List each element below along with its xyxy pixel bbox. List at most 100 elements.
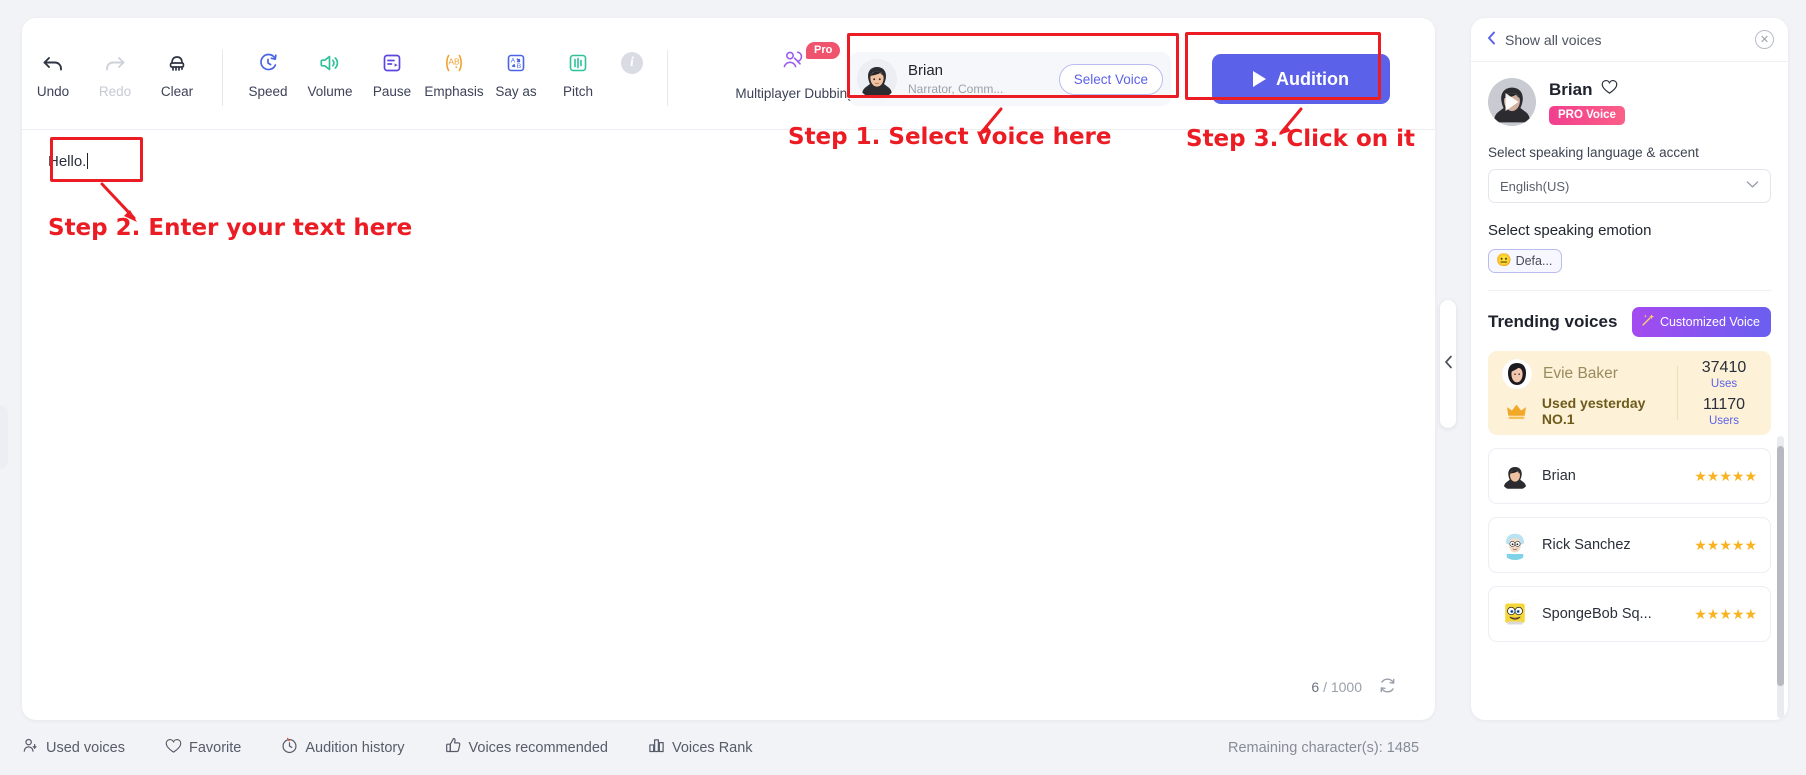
list-item[interactable]: SpongeBob Sq... ★★★★★: [1488, 586, 1771, 642]
magic-wand-icon: [1641, 313, 1655, 330]
toolbar: Undo Redo Clear Speed Volume Pause AB Em…: [22, 18, 1435, 130]
toolbar-divider-1: [222, 50, 223, 106]
bottom-bar: Used voices Favorite Audition history Vo…: [0, 720, 1806, 775]
panel-scrollbar[interactable]: [1777, 436, 1784, 718]
emotion-chip-default[interactable]: 😐 Defa...: [1488, 249, 1563, 273]
clear-button[interactable]: Clear: [146, 18, 208, 99]
featured-voice-name: Evie Baker: [1543, 365, 1618, 382]
char-max: 1000: [1330, 679, 1362, 695]
thumbs-up-icon: [445, 737, 462, 758]
remaining-characters: Remaining character(s): 1485: [1228, 739, 1420, 756]
list-item[interactable]: Rick Sanchez ★★★★★: [1488, 517, 1771, 573]
uses-stat: 37410 Uses: [1702, 359, 1747, 391]
audition-history-button[interactable]: Audition history: [281, 737, 405, 758]
info-icon[interactable]: i: [621, 52, 643, 74]
used-voices-button[interactable]: Used voices: [22, 737, 125, 758]
rating-stars: ★★★★★: [1694, 605, 1757, 622]
trending-header: Trending voices Customized Voice: [1488, 307, 1771, 337]
featured-voice-subtitle: Used yesterday NO.1: [1541, 395, 1646, 427]
pause-label: Pause: [372, 84, 412, 99]
undo-label: Undo: [36, 84, 70, 99]
panel-header: Show all voices ✕: [1471, 18, 1788, 62]
character-counter: 6 / 1000: [1311, 676, 1397, 698]
evie-baker-avatar: [1502, 359, 1532, 389]
say-as-label: Say as: [495, 84, 537, 99]
emphasis-icon: AB: [441, 50, 467, 76]
show-all-voices-link[interactable]: Show all voices: [1505, 32, 1755, 48]
customized-voice-button[interactable]: Customized Voice: [1631, 307, 1771, 337]
speed-label: Speed: [248, 84, 288, 99]
redo-button[interactable]: Redo: [84, 18, 146, 99]
editor-text[interactable]: Hello.: [48, 152, 1409, 172]
chevron-left-icon: [1444, 355, 1453, 374]
voices-recommended-button[interactable]: Voices recommended: [445, 737, 608, 758]
history-tool-group: Undo Redo Clear: [22, 18, 208, 129]
select-voice-button[interactable]: Select Voice: [1058, 63, 1163, 95]
emphasis-button[interactable]: AB Emphasis: [423, 18, 485, 99]
users-value: 11170: [1702, 395, 1746, 413]
uses-value: 37410: [1701, 358, 1747, 376]
panel-collapse-handle[interactable]: [1440, 300, 1456, 428]
pause-button[interactable]: Pause: [361, 18, 423, 99]
rick-avatar: [1500, 530, 1530, 560]
multiplayer-dubbing-button[interactable]: Pro Multiplayer Dubbing: [720, 18, 870, 101]
uses-label: Uses: [1710, 377, 1738, 390]
say-as-button[interactable]: A B Say as: [485, 18, 547, 99]
voice-chip-name: Brian: [908, 61, 944, 79]
emotion-label: Select speaking emotion: [1488, 222, 1652, 239]
featured-voice-card[interactable]: Evie Baker Used yesterday NO.1 37410 Use…: [1488, 351, 1771, 435]
voices-rank-button[interactable]: Voices Rank: [648, 737, 753, 758]
pause-icon: [380, 50, 404, 76]
voice-chip-tags: Narrator, Comm...: [908, 81, 1004, 96]
speed-button[interactable]: Speed: [237, 18, 299, 99]
panel-scrollbar-thumb[interactable]: [1777, 446, 1784, 686]
featured-name-row: Evie Baker: [1502, 359, 1677, 389]
say-as-icon: A B: [504, 50, 528, 76]
chevron-down-icon: [1746, 180, 1759, 192]
chevron-left-icon[interactable]: [1487, 31, 1496, 49]
volume-button[interactable]: Volume: [299, 18, 361, 99]
customized-voice-label: Customized Voice: [1659, 314, 1760, 329]
left-collapse-handle[interactable]: [0, 405, 8, 469]
svg-text:B: B: [517, 63, 522, 70]
multiplayer-dubbing-label: Multiplayer Dubbing: [735, 86, 855, 101]
undo-button[interactable]: Undo: [22, 18, 84, 99]
toolbar-divider-2: [667, 50, 668, 106]
svg-text:A: A: [511, 57, 516, 64]
users-stat: 11170 Users: [1703, 396, 1745, 428]
rating-stars: ★★★★★: [1694, 536, 1757, 553]
char-current: 6: [1311, 679, 1320, 695]
bar-chart-icon: [648, 737, 665, 758]
close-circle-icon[interactable]: ✕: [1755, 30, 1774, 49]
brian-avatar: [857, 59, 897, 99]
brian-avatar: [1500, 461, 1530, 491]
clear-label: Clear: [160, 84, 194, 99]
text-editor-area[interactable]: Hello. 6 / 1000: [22, 130, 1435, 720]
voices-recommended-label: Voices recommended: [468, 739, 608, 756]
featured-sub-row: Used yesterday NO.1: [1502, 395, 1677, 427]
hero-name-row: Brian: [1549, 79, 1625, 100]
users-label: Users: [1708, 414, 1740, 427]
list-item[interactable]: Brian ★★★★★: [1488, 448, 1771, 504]
heart-icon[interactable]: [1601, 79, 1618, 100]
language-select[interactable]: English(US): [1488, 169, 1771, 203]
refresh-icon[interactable]: [1378, 676, 1397, 698]
voice-name: SpongeBob Sq...: [1542, 606, 1652, 622]
undo-icon: [41, 50, 65, 76]
rating-stars: ★★★★★: [1694, 467, 1757, 484]
pro-badge: Pro: [806, 42, 841, 59]
featured-left: Evie Baker Used yesterday NO.1: [1502, 352, 1677, 434]
panel-body: Brian PRO Voice Select speaking language…: [1471, 62, 1788, 642]
app-root: Undo Redo Clear Speed Volume Pause AB Em…: [0, 0, 1806, 775]
hero-avatar[interactable]: [1488, 78, 1536, 126]
pitch-button[interactable]: Pitch: [547, 18, 609, 99]
voices-rank-label: Voices Rank: [671, 739, 753, 756]
redo-icon: [103, 50, 127, 76]
favorite-button[interactable]: Favorite: [165, 738, 241, 758]
volume-label: Volume: [307, 84, 353, 99]
pitch-icon: [566, 50, 590, 76]
audition-button[interactable]: Audition: [1212, 54, 1390, 104]
voice-name: Brian: [1542, 468, 1576, 484]
selected-voice-chip[interactable]: Brian Narrator, Comm... Select Voice: [849, 52, 1171, 106]
crown-icon: [1502, 402, 1531, 421]
